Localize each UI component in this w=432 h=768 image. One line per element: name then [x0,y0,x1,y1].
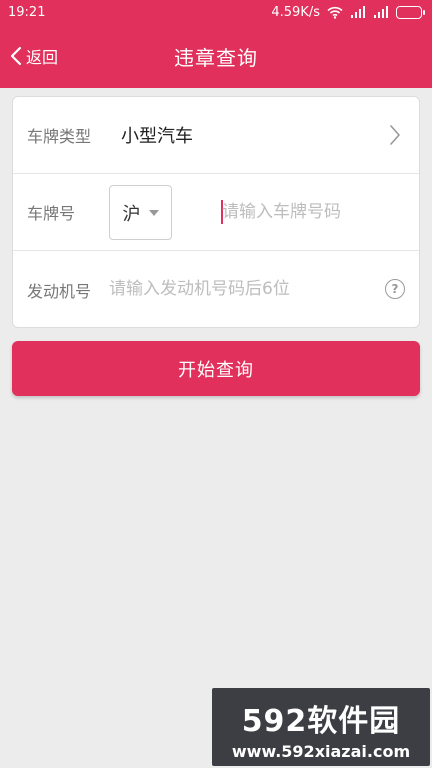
help-icon[interactable]: ? [385,279,405,299]
back-label: 返回 [26,48,59,67]
query-form-card: 车牌类型 小型汽车 车牌号 沪 发动机号 ? [12,96,420,328]
navbar: 返回 违章查询 [0,24,432,88]
watermark-url: www.592xiazai.com [231,742,411,761]
plate-number-label: 车牌号 [27,204,76,223]
engine-number-row: 发动机号 ? [13,251,419,328]
wifi-icon [327,6,343,19]
status-icons: 4.59K/s [271,4,425,20]
status-bar: 19:21 4.59K/s [0,0,432,24]
app-header: 19:21 4.59K/s 返回 违章查询 [0,0,432,88]
back-button[interactable]: 返回 [10,24,58,88]
signal-icon-2 [374,6,388,18]
start-query-button[interactable]: 开始查询 [12,341,420,396]
province-value: 沪 [122,203,141,225]
chevron-right-icon [390,125,400,145]
watermark: 592软件园 www.592xiazai.com [212,688,430,766]
chevron-left-icon [10,46,22,66]
page-title: 违章查询 [174,45,258,70]
status-time: 19:21 [8,4,46,20]
signal-icon [351,6,365,18]
plate-type-value: 小型汽车 [121,126,193,147]
plate-number-input[interactable] [222,196,402,228]
engine-number-label: 发动机号 [27,281,92,301]
province-select[interactable]: 沪 [109,185,172,240]
battery-icon [396,5,425,19]
plate-type-label: 车牌类型 [27,127,92,146]
network-speed: 4.59K/s [271,4,320,20]
engine-number-input[interactable] [109,273,369,305]
watermark-brand: 592软件园 [241,704,401,739]
plate-type-row[interactable]: 车牌类型 小型汽车 [13,97,419,174]
dropdown-arrow-icon [148,209,159,216]
plate-number-row: 车牌号 沪 [13,174,419,251]
